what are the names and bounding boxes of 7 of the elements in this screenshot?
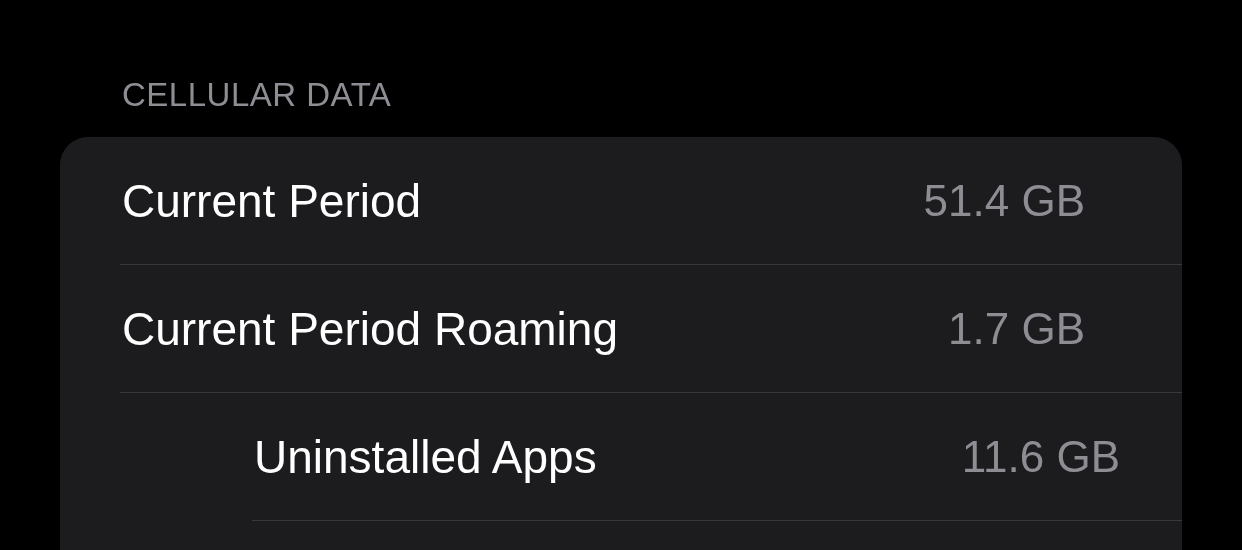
- row-label: Uninstalled Apps: [254, 429, 597, 484]
- row-value: 11.6 GB: [961, 431, 1120, 482]
- row-label: Current Period Roaming: [122, 301, 618, 356]
- row-value: 1.7 GB: [948, 303, 1085, 354]
- row-label: Current Period: [122, 173, 422, 228]
- row-value: 51.4 GB: [923, 175, 1085, 226]
- section-header: CELLULAR DATA: [122, 75, 392, 115]
